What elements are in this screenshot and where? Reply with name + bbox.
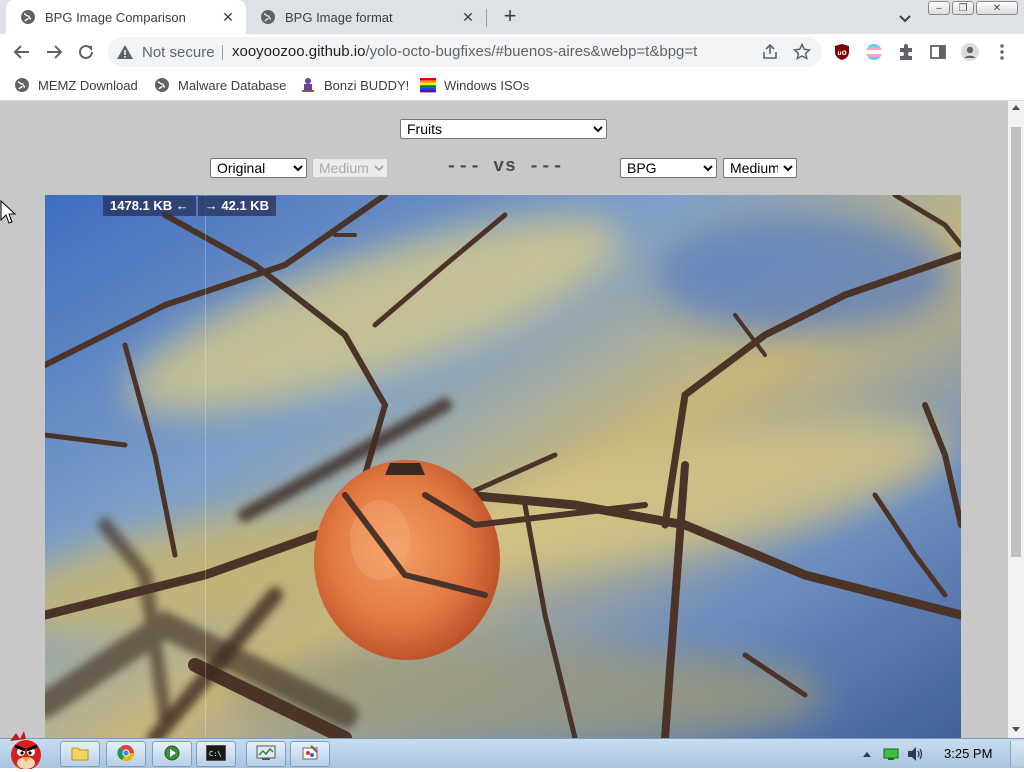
- bookmark-label: Windows ISOs: [444, 77, 530, 93]
- puzzle-extensions-icon[interactable]: [896, 42, 916, 62]
- volume-icon[interactable]: [905, 746, 925, 762]
- network-icon[interactable]: [882, 746, 900, 762]
- taskbar-cmd-button[interactable]: C:\: [196, 741, 236, 767]
- bookmark-windows-isos[interactable]: Windows ISOs: [420, 76, 529, 94]
- bookmark-bonzi-buddy[interactable]: Bonzi BUDDY!: [300, 76, 409, 94]
- bookmark-memz-download[interactable]: MEMZ Download: [14, 76, 138, 94]
- left-file-size: 1478.1 KB ←: [103, 196, 196, 216]
- globe-icon: [260, 9, 276, 25]
- start-button-angry-bird-icon[interactable]: [2, 731, 50, 770]
- url-text[interactable]: xooyoozoo.github.io/yolo-octo-bugfixes/#…: [232, 43, 732, 60]
- scroll-down-arrow-icon[interactable]: [1012, 727, 1020, 732]
- close-icon[interactable]: ✕: [220, 9, 236, 25]
- bookmark-label: Bonzi BUDDY!: [324, 77, 410, 93]
- task-manager-icon: [256, 745, 276, 764]
- tab-search-chevron-icon[interactable]: [896, 9, 914, 27]
- comparison-image[interactable]: [45, 195, 961, 738]
- globe-icon: [14, 77, 30, 93]
- tab-bpg-image-format[interactable]: BPG Image format ✕: [246, 0, 486, 34]
- profile-avatar-icon[interactable]: [960, 42, 980, 62]
- left-format-select[interactable]: Original: [210, 158, 307, 178]
- trans-flag-extension-icon[interactable]: [864, 42, 884, 62]
- globe-icon: [154, 77, 170, 93]
- right-quality-select[interactable]: Medium: [723, 158, 797, 178]
- mouse-cursor-icon: [0, 199, 17, 226]
- tab-title: BPG Image Comparison: [45, 9, 186, 25]
- windows-flag-icon: [420, 77, 436, 93]
- svg-text:uO: uO: [837, 50, 846, 57]
- new-tab-button[interactable]: +: [498, 5, 522, 29]
- url-host: xooyoozoo.github.io: [232, 43, 366, 60]
- window-close-button[interactable]: ✕: [976, 1, 1018, 15]
- taskbar-media-player-button[interactable]: [152, 741, 192, 767]
- restore-button[interactable]: ❐: [952, 1, 974, 15]
- browser-toolbar: Not secure xooyoozoo.github.io/yolo-octo…: [0, 34, 1024, 70]
- image-set-select[interactable]: Fruits: [400, 119, 607, 139]
- minimize-button[interactable]: –: [928, 1, 950, 15]
- chrome-icon: [117, 744, 135, 765]
- paint-icon: [301, 744, 319, 765]
- close-icon[interactable]: ✕: [460, 9, 476, 25]
- forward-arrow-icon[interactable]: [42, 40, 66, 64]
- persimmon-photo: [45, 195, 961, 738]
- scrollbar-thumb[interactable]: [1011, 127, 1021, 557]
- back-arrow-icon[interactable]: [10, 40, 34, 64]
- comparison-divider[interactable]: [205, 195, 206, 738]
- right-file-size: → 42.1 KB: [197, 196, 277, 216]
- address-divider: [222, 45, 223, 60]
- command-prompt-icon: C:\: [205, 744, 227, 764]
- page-scrollbar[interactable]: [1008, 101, 1024, 738]
- taskbar-clock[interactable]: 3:25 PM: [944, 746, 992, 761]
- more-menu-icon[interactable]: [992, 42, 1012, 62]
- versus-label: --- vs ---: [446, 157, 565, 177]
- folder-icon: [71, 745, 89, 764]
- page-content: Fruits Original Medium --- vs --- BPG Me…: [0, 101, 1008, 738]
- media-player-icon: [163, 744, 181, 765]
- bookmarks-bar: MEMZ Download Malware Database Bonzi BUD…: [0, 70, 1024, 101]
- security-label[interactable]: Not secure: [142, 44, 215, 61]
- taskbar-explorer-button[interactable]: [60, 741, 100, 767]
- share-icon[interactable]: [760, 42, 780, 62]
- taskbar-task-manager-button[interactable]: [246, 741, 286, 767]
- globe-icon: [20, 9, 36, 25]
- taskbar-chrome-button[interactable]: [106, 741, 146, 767]
- bookmark-label: Malware Database: [178, 77, 287, 93]
- file-size-overlay: 1478.1 KB ← → 42.1 KB: [103, 196, 277, 216]
- tab-title: BPG Image format: [285, 9, 393, 25]
- show-hidden-icons-arrow-icon[interactable]: [860, 746, 874, 762]
- bookmark-label: MEMZ Download: [38, 77, 138, 93]
- taskbar-paint-button[interactable]: [290, 741, 330, 767]
- address-bar[interactable]: Not secure xooyoozoo.github.io/yolo-octo…: [108, 37, 822, 67]
- show-desktop-button[interactable]: [1010, 741, 1024, 767]
- scroll-up-arrow-icon[interactable]: [1012, 105, 1020, 110]
- tab-bpg-image-comparison[interactable]: BPG Image Comparison ✕: [6, 0, 246, 34]
- bonzi-icon: [300, 77, 316, 93]
- star-icon[interactable]: [792, 42, 812, 62]
- ublock-origin-icon[interactable]: uO: [832, 42, 852, 62]
- bookmark-malware-database[interactable]: Malware Database: [154, 76, 286, 94]
- side-panel-icon[interactable]: [928, 42, 948, 62]
- left-quality-select[interactable]: Medium: [312, 158, 388, 178]
- tab-separator: [486, 9, 487, 27]
- taskbar: C:\ 3:25 PM: [0, 731, 1024, 770]
- reload-icon[interactable]: [74, 40, 98, 64]
- tab-strip: BPG Image Comparison ✕ BPG Image format …: [0, 0, 1024, 34]
- url-path: /yolo-octo-bugfixes/#buenos-aires&webp=t…: [365, 43, 698, 60]
- right-format-select[interactable]: BPG: [620, 158, 717, 178]
- warning-triangle-icon[interactable]: [116, 43, 134, 61]
- svg-text:C:\: C:\: [209, 750, 222, 758]
